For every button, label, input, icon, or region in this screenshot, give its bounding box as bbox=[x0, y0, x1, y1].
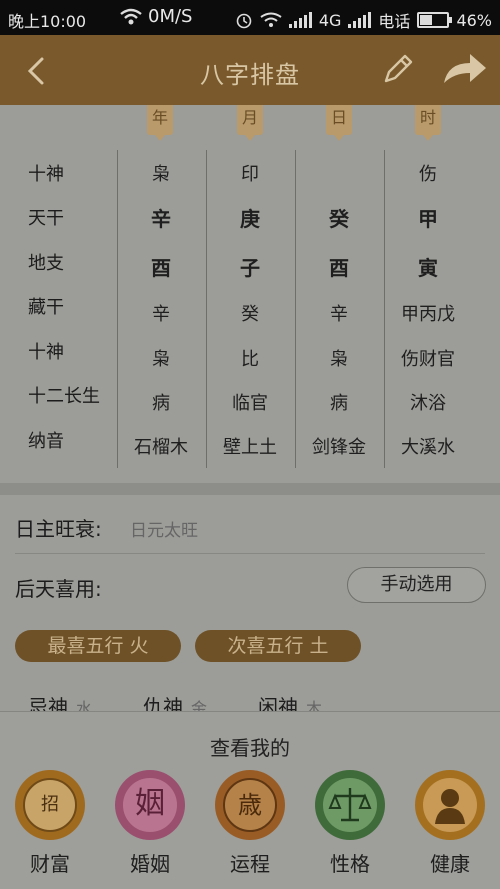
pillar-month: 月 bbox=[237, 105, 263, 141]
table-cell: 枭 bbox=[330, 349, 348, 370]
health-item[interactable]: 健康 bbox=[414, 770, 486, 877]
carrier-name: 电话 bbox=[378, 12, 411, 31]
table-cell: 临官 bbox=[232, 393, 268, 414]
page-title: 八字排盘 bbox=[200, 61, 300, 89]
strength-value: 日元太旺 bbox=[130, 521, 198, 541]
table-cell: 病 bbox=[330, 393, 348, 414]
table-cell: 比 bbox=[241, 349, 259, 370]
table-cell: 酉 bbox=[151, 256, 171, 280]
pillar-year: 年 bbox=[147, 105, 173, 141]
scale-icon bbox=[323, 778, 377, 832]
marriage-item[interactable]: 姻 婚姻 bbox=[114, 770, 186, 877]
table-cell: 癸 bbox=[241, 304, 259, 325]
wifi-icon-right bbox=[260, 12, 282, 27]
share-icon[interactable] bbox=[440, 49, 488, 89]
table-cell: 辛 bbox=[152, 304, 170, 325]
table-cell: 印 bbox=[241, 164, 259, 185]
fortune-label: 运程 bbox=[230, 852, 270, 876]
manual-select-button[interactable]: 手动选用 bbox=[347, 567, 486, 603]
network-type: 4G bbox=[318, 10, 342, 30]
row-label-shishen: 十神 bbox=[28, 164, 64, 185]
health-label: 健康 bbox=[430, 852, 470, 876]
strength-label: 日主旺衰: bbox=[15, 517, 102, 541]
table-cell: 子 bbox=[240, 256, 260, 280]
status-bar: 晚上10:00 0M/S 4G 电话 46% bbox=[0, 0, 500, 35]
row-label-nayin: 纳音 bbox=[28, 431, 64, 452]
fortune-item[interactable]: 歳 运程 bbox=[214, 770, 286, 877]
signal-icon-2 bbox=[348, 12, 372, 28]
row-label-tiangan: 天干 bbox=[28, 208, 64, 229]
bazi-table: 年 月 日 时 十神 天干 地支 藏干 十神 十二长生 纳音 枭 印 伤 辛 庚… bbox=[0, 105, 500, 483]
status-time: 晚上10:00 bbox=[8, 12, 87, 31]
personality-item[interactable]: 性格 bbox=[314, 770, 386, 877]
row-label-shishen-2: 十神 bbox=[28, 342, 64, 363]
bottom-sheet: 查看我的 招 财富 姻 婚姻 歳 运程 性格 健康 bbox=[0, 711, 500, 889]
table-cell: 辛 bbox=[330, 304, 348, 325]
wealth-icon[interactable]: 招 bbox=[15, 770, 85, 840]
table-cell: 癸 bbox=[329, 207, 349, 231]
table-cell: 病 bbox=[152, 393, 170, 414]
analysis-section: 日主旺衰: 日元太旺 后天喜用: 手动选用 最喜五行 火 次喜五行 土 忌神水 … bbox=[0, 495, 500, 719]
personality-icon[interactable] bbox=[315, 770, 385, 840]
section-divider bbox=[0, 483, 500, 495]
pencil-icon[interactable] bbox=[380, 51, 416, 87]
favor-label: 后天喜用: bbox=[15, 577, 102, 601]
divider bbox=[15, 553, 485, 554]
row-label-dizhi: 地支 bbox=[28, 253, 64, 274]
pillar-hour: 时 bbox=[415, 105, 441, 141]
status-right: 4G 电话 46% bbox=[235, 8, 492, 32]
person-icon bbox=[423, 778, 477, 832]
row-label-canggan: 藏干 bbox=[28, 297, 64, 318]
table-cell: 石榴木 bbox=[134, 437, 188, 458]
marriage-label: 婚姻 bbox=[130, 852, 170, 876]
alarm-icon bbox=[236, 13, 252, 29]
health-icon[interactable] bbox=[415, 770, 485, 840]
table-cell: 甲丙戊 bbox=[401, 304, 455, 325]
battery-level: 46% bbox=[456, 10, 492, 30]
marriage-icon[interactable]: 姻 bbox=[115, 770, 185, 840]
table-cell: 甲 bbox=[418, 207, 438, 231]
wifi-icon bbox=[120, 8, 142, 24]
battery-icon bbox=[417, 12, 453, 28]
wealth-item[interactable]: 招 财富 bbox=[14, 770, 86, 877]
table-cell: 伤财官 bbox=[401, 349, 455, 370]
app-bar: 八字排盘 bbox=[0, 35, 500, 105]
table-cell: 剑锋金 bbox=[312, 437, 366, 458]
table-cell: 壁上土 bbox=[223, 437, 277, 458]
table-cell: 伤 bbox=[419, 164, 437, 185]
personality-label: 性格 bbox=[330, 852, 370, 876]
second-element-badge: 次喜五行 土 bbox=[195, 630, 361, 662]
table-cell: 枭 bbox=[152, 349, 170, 370]
signal-icon bbox=[288, 12, 312, 28]
best-element-badge: 最喜五行 火 bbox=[15, 630, 181, 662]
wealth-label: 财富 bbox=[30, 852, 70, 876]
table-cell: 枭 bbox=[152, 164, 170, 185]
table-cell: 大溪水 bbox=[401, 437, 455, 458]
table-cell: 酉 bbox=[329, 256, 349, 280]
fortune-icon[interactable]: 歳 bbox=[215, 770, 285, 840]
table-cell: 寅 bbox=[418, 256, 438, 280]
pillar-day: 日 bbox=[326, 105, 352, 141]
wifi-speed: 0M/S bbox=[120, 6, 192, 27]
table-cell: 辛 bbox=[151, 207, 171, 231]
row-label-changsheng: 十二长生 bbox=[28, 386, 100, 407]
table-cell: 庚 bbox=[240, 207, 260, 231]
network-speed: 0M/S bbox=[148, 6, 193, 27]
table-cell: 沐浴 bbox=[410, 393, 446, 414]
sheet-title: 查看我的 bbox=[210, 736, 290, 760]
